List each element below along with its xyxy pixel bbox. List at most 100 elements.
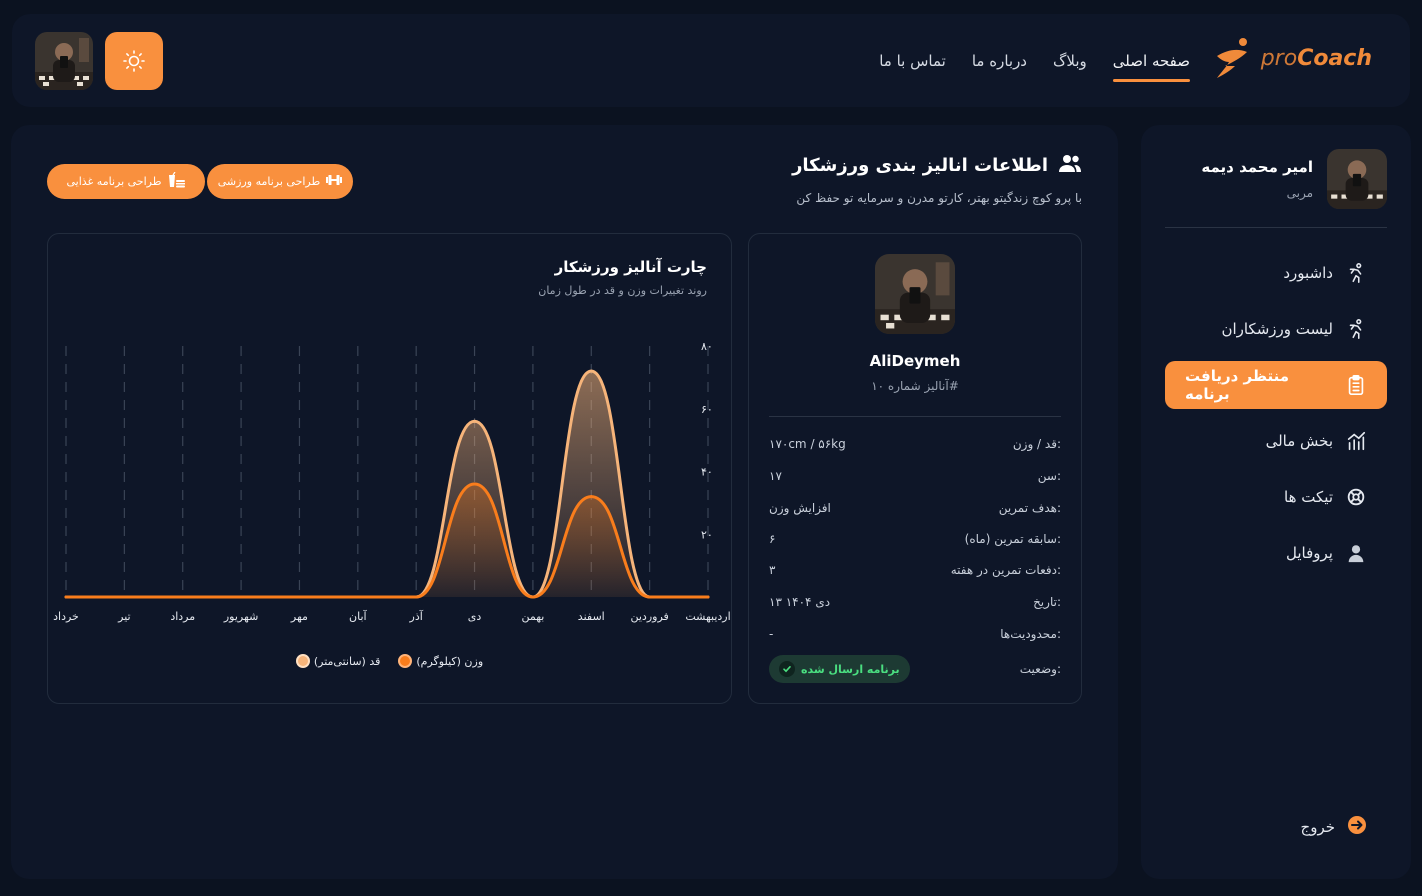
sidebar-item-label: تیکت ها: [1284, 488, 1333, 506]
info-row-height-weight: قد / وزن: ۱۷۰cm / ۵۶kg: [769, 434, 1061, 454]
status-badge: برنامه ارسال شده: [769, 655, 910, 683]
info-label: دفعات تمرین در هفته:: [950, 563, 1061, 577]
info-value: ۱۷۰cm / ۵۶kg: [769, 437, 846, 451]
info-row-age: سن: ۱۷: [769, 466, 1061, 486]
sidebar-divider: [1165, 227, 1387, 228]
legend-swatch: [398, 654, 413, 668]
legend-label: قد (سانتی‌متر): [313, 654, 381, 668]
page-title-text: اطلاعات انالیز بندی ورزشکار: [792, 155, 1048, 176]
data-point: [473, 419, 477, 423]
design-workout-button[interactable]: طراحی برنامه ورزشی: [207, 164, 353, 199]
logout-button[interactable]: خروج: [1301, 815, 1367, 839]
sidebar-item-tickets[interactable]: تیکت ها: [1165, 473, 1387, 521]
lifebuoy-icon: [1345, 486, 1367, 508]
chart-legend: وزن (کیلوگرم) قد (سانتی‌متر): [48, 654, 731, 668]
x-tick-label: شهریور: [223, 610, 258, 623]
nav-contact[interactable]: تماس با ما: [879, 46, 946, 76]
sidebar-item-label: لیست ورزشکاران: [1221, 320, 1333, 338]
data-point: [589, 495, 593, 499]
chart-card: چارت آنالیز ورزشکار روند تغییرات وزن و ق…: [47, 233, 732, 704]
runner-icon: [1345, 318, 1367, 340]
nav-about[interactable]: درباره ما: [972, 46, 1027, 76]
info-label: محدودیت‌ها:: [1000, 627, 1061, 641]
logout-icon: [1347, 815, 1367, 839]
avatar-photo-icon: [35, 32, 93, 90]
sidebar-menu: داشبورد لیست ورزشکاران منتظر دریافت برنا…: [1165, 249, 1387, 585]
user-icon: [1345, 542, 1367, 564]
info-value: -: [769, 627, 774, 641]
page-subtitle: با پرو کوچ زندگیتو بهتر، کارتو مدرن و سر…: [796, 191, 1082, 205]
check-icon: [779, 661, 795, 677]
x-tick-label: اردیبهشت: [685, 610, 730, 623]
nav-home[interactable]: صفحه اصلی: [1112, 46, 1191, 82]
runner-logo-icon: [1216, 38, 1247, 78]
coach-avatar: [1327, 149, 1387, 209]
page-title: اطلاعات انالیز بندی ورزشکار: [792, 153, 1082, 178]
coach-name: امیر محمد دیمه: [1201, 158, 1313, 176]
info-label: وضعیت:: [1019, 662, 1061, 676]
analysis-number: آنالیز شماره ۱۰#: [871, 379, 959, 393]
info-value: ۱۷: [769, 469, 782, 483]
info-row-goal: هدف تمرین: افزایش وزن: [769, 498, 1061, 518]
info-label: هدف تمرین:: [998, 501, 1061, 515]
legend-height[interactable]: قد (سانتی‌متر): [295, 654, 381, 668]
coach-role: مربی: [1286, 186, 1313, 200]
design-diet-button[interactable]: طراحی برنامه غذایی: [47, 164, 205, 199]
info-row-status: وضعیت: برنامه ارسال شده: [769, 655, 1061, 683]
info-label: سابقه تمرین (ماه):: [964, 532, 1061, 546]
info-value: ۳: [769, 563, 776, 577]
coach-profile: امیر محمد دیمه مربی: [1201, 149, 1387, 209]
dumbbell-icon: [326, 174, 343, 189]
info-label: قد / وزن:: [1012, 437, 1061, 451]
main-nav: صفحه اصلی وبلاگ درباره ما تماس با ما: [879, 14, 1191, 107]
sidebar-item-finance[interactable]: بخش مالی: [1165, 417, 1387, 465]
sidebar-item-label: داشبورد: [1283, 264, 1333, 282]
user-avatar[interactable]: [35, 32, 93, 90]
food-icon: [168, 171, 186, 191]
x-tick-label: آبان: [349, 609, 367, 623]
athlete-name: AliDeymeh: [869, 352, 961, 370]
x-tick-label: اسفند: [578, 610, 605, 623]
sidebar-item-label: پروفایل: [1286, 544, 1333, 562]
info-value: افزایش وزن: [769, 501, 831, 515]
sidebar-item-profile[interactable]: پروفایل: [1165, 529, 1387, 577]
x-tick-label: بهمن: [521, 610, 544, 623]
design-diet-label: طراحی برنامه غذایی: [66, 175, 162, 188]
x-tick-label: مرداد: [170, 610, 195, 623]
avatar-photo-icon: [1327, 149, 1387, 209]
main-panel: اطلاعات انالیز بندی ورزشکار با پرو کوچ ز…: [11, 125, 1118, 879]
design-workout-label: طراحی برنامه ورزشی: [217, 175, 321, 188]
brand-logo[interactable]: proCoach: [1213, 36, 1372, 80]
athlete-avatar: [875, 254, 955, 334]
sidebar-item-dashboard[interactable]: داشبورد: [1165, 249, 1387, 297]
nav-blog[interactable]: وبلاگ: [1053, 46, 1087, 76]
y-tick-label: ۲۰: [701, 528, 713, 541]
sidebar: امیر محمد دیمه مربی داشبورد لیست ورزشکار…: [1141, 125, 1411, 879]
info-row-limitations: محدودیت‌ها: -: [769, 624, 1061, 644]
x-tick-label: دی: [468, 610, 482, 623]
legend-weight[interactable]: وزن (کیلوگرم): [398, 654, 483, 668]
top-header: صفحه اصلی وبلاگ درباره ما تماس با ما pro…: [12, 14, 1410, 107]
info-label: تاریخ:: [1033, 595, 1061, 609]
y-tick-label: ۴۰: [701, 466, 713, 479]
info-row-date: تاریخ: ۱۳ دی ۱۴۰۴: [769, 592, 1061, 612]
chart-icon: [1345, 430, 1367, 452]
legend-label: وزن (کیلوگرم): [416, 654, 484, 668]
info-value: ۶: [769, 532, 776, 546]
data-point: [589, 369, 593, 373]
sidebar-item-label: منتظر دریافت برنامه: [1185, 367, 1289, 403]
athlete-card: AliDeymeh آنالیز شماره ۱۰# قد / وزن: ۱۷۰…: [748, 233, 1082, 704]
info-label: سن:: [1037, 469, 1061, 483]
sidebar-item-athletes[interactable]: لیست ورزشکاران: [1165, 305, 1387, 353]
logout-label: خروج: [1300, 818, 1335, 836]
runner-icon: [1345, 262, 1367, 284]
theme-toggle-button[interactable]: [105, 32, 163, 90]
athlete-chart: ۰۲۰۴۰۶۰۸۰اردیبهشتفروردیناسفندبهمندیآذرآب…: [53, 340, 731, 623]
sidebar-item-awaiting-program[interactable]: منتظر دریافت برنامه: [1165, 361, 1387, 409]
clipboard-icon: [1345, 374, 1367, 396]
x-tick-label: فروردین: [630, 610, 668, 623]
legend-swatch: [295, 654, 310, 668]
logo-coach-text: Coach: [1297, 45, 1372, 71]
y-tick-label: ۸۰: [701, 340, 713, 353]
card-divider: [769, 416, 1061, 417]
